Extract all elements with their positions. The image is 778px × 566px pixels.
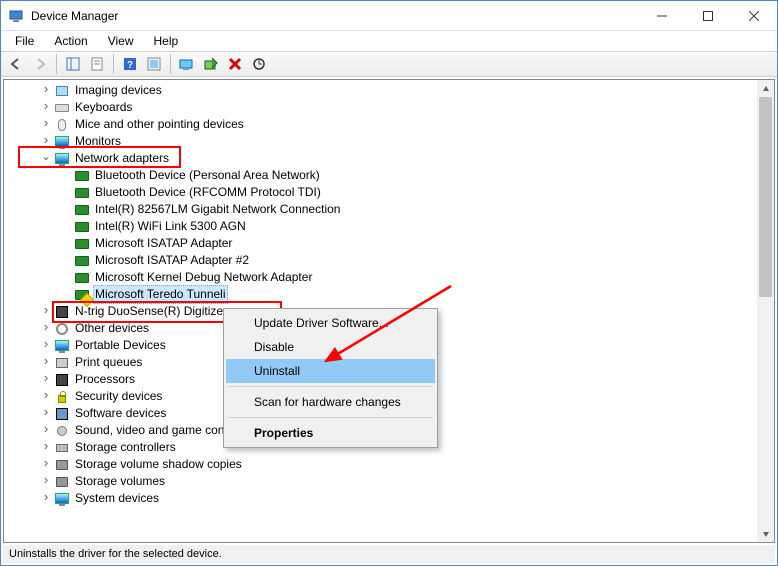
- device-icon: [54, 304, 70, 320]
- nic-icon: [74, 219, 90, 235]
- update-driver-button[interactable]: [176, 53, 198, 75]
- tree-item[interactable]: Intel(R) WiFi Link 5300 AGN: [4, 218, 757, 235]
- tree-item-network-adapters[interactable]: Network adapters: [4, 150, 757, 167]
- forward-button[interactable]: [29, 53, 51, 75]
- software-icon: [54, 406, 70, 422]
- tree-item[interactable]: Bluetooth Device (Personal Area Network): [4, 167, 757, 184]
- tree-item[interactable]: Microsoft Kernel Debug Network Adapter: [4, 269, 757, 286]
- disk-icon: [54, 457, 70, 473]
- menu-separator: [228, 386, 433, 387]
- menu-properties[interactable]: Properties: [226, 421, 435, 445]
- svg-text:?: ?: [127, 60, 133, 71]
- help-button[interactable]: ?: [119, 53, 141, 75]
- monitor-icon: [54, 491, 70, 507]
- tree-item-system[interactable]: System devices: [4, 490, 757, 507]
- menu-file[interactable]: File: [7, 33, 42, 49]
- nic-icon: [74, 168, 90, 184]
- menu-disable[interactable]: Disable: [226, 335, 435, 359]
- device-manager-icon: [9, 8, 25, 24]
- action-button[interactable]: [143, 53, 165, 75]
- minimize-button[interactable]: [639, 1, 685, 30]
- imaging-icon: [54, 83, 70, 99]
- tree-item-keyboards[interactable]: Keyboards: [4, 99, 757, 116]
- menu-uninstall[interactable]: Uninstall: [226, 359, 435, 383]
- menu-scan-hardware[interactable]: Scan for hardware changes: [226, 390, 435, 414]
- keyboard-icon: [54, 100, 70, 116]
- vertical-scrollbar[interactable]: [757, 80, 774, 542]
- menu-separator: [228, 417, 433, 418]
- menu-help[interactable]: Help: [146, 33, 187, 49]
- back-button[interactable]: [5, 53, 27, 75]
- menu-view[interactable]: View: [100, 33, 142, 49]
- context-menu: Update Driver Software... Disable Uninst…: [223, 308, 438, 448]
- nic-icon: [74, 253, 90, 269]
- nic-icon: [74, 202, 90, 218]
- tree-item-mice[interactable]: Mice and other pointing devices: [4, 116, 757, 133]
- gear-icon: [54, 321, 70, 337]
- close-button[interactable]: [731, 1, 777, 30]
- tree-item-storage-volumes[interactable]: Storage volumes: [4, 473, 757, 490]
- nic-warning-icon: [74, 287, 90, 303]
- show-hide-tree-button[interactable]: [62, 53, 84, 75]
- tree-item[interactable]: Intel(R) 82567LM Gigabit Network Connect…: [4, 201, 757, 218]
- maximize-button[interactable]: [685, 1, 731, 30]
- monitor-icon: [54, 151, 70, 167]
- scroll-up-icon[interactable]: [757, 80, 774, 97]
- enable-button[interactable]: [200, 53, 222, 75]
- tree-item-imaging-devices[interactable]: Imaging devices: [4, 82, 757, 99]
- monitor-icon: [54, 134, 70, 150]
- tree-item[interactable]: Microsoft ISATAP Adapter: [4, 235, 757, 252]
- tree-item-teredo[interactable]: Microsoft Teredo Tunneli: [4, 286, 757, 303]
- printer-icon: [54, 355, 70, 371]
- nic-icon: [74, 236, 90, 252]
- scan-hardware-button[interactable]: [248, 53, 270, 75]
- lock-icon: [54, 389, 70, 405]
- storage-icon: [54, 440, 70, 456]
- disk-icon: [54, 474, 70, 490]
- properties-button[interactable]: [86, 53, 108, 75]
- monitor-icon: [54, 338, 70, 354]
- menubar: File Action View Help: [1, 31, 777, 51]
- mouse-icon: [54, 117, 70, 133]
- tree-item-monitors[interactable]: Monitors: [4, 133, 757, 150]
- statusbar: Uninstalls the driver for the selected d…: [3, 545, 775, 563]
- cpu-icon: [54, 372, 70, 388]
- scroll-down-icon[interactable]: [757, 525, 774, 542]
- status-text: Uninstalls the driver for the selected d…: [9, 548, 222, 560]
- sound-icon: [54, 423, 70, 439]
- nic-icon: [74, 270, 90, 286]
- tree-item-shadow-copies[interactable]: Storage volume shadow copies: [4, 456, 757, 473]
- nic-icon: [74, 185, 90, 201]
- scroll-thumb[interactable]: [759, 97, 772, 297]
- menu-update-driver[interactable]: Update Driver Software...: [226, 311, 435, 335]
- toolbar: ?: [1, 51, 777, 77]
- titlebar: Device Manager: [1, 1, 777, 31]
- window-title: Device Manager: [31, 9, 118, 23]
- menu-action[interactable]: Action: [46, 33, 95, 49]
- uninstall-button[interactable]: [224, 53, 246, 75]
- tree-item[interactable]: Bluetooth Device (RFCOMM Protocol TDI): [4, 184, 757, 201]
- tree-item[interactable]: Microsoft ISATAP Adapter #2: [4, 252, 757, 269]
